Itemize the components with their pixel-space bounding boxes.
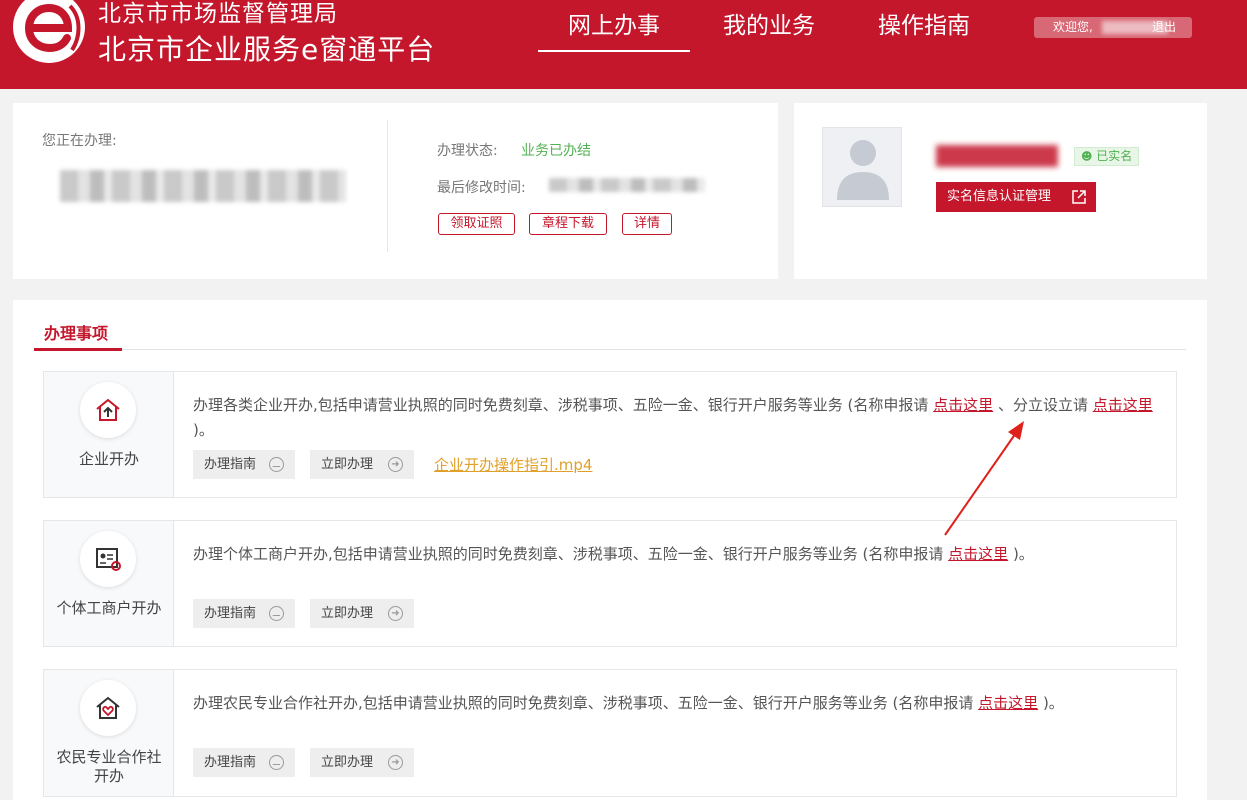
id-card-gear-icon [80,531,136,587]
item-description: 办理农民专业合作社开办,包括申请营业执照的同时免费刻章、涉税事项、五险一金、银行… [193,691,1165,716]
logout-link[interactable]: 退出 [1152,17,1176,38]
arrow-right-icon: ➜ [388,457,403,472]
org-name: 北京市市场监督管理局 [98,1,338,27]
no-sign-icon: ⚊ [269,755,284,770]
guide-label: 办理指南 [204,457,257,472]
modified-time-label: 最后修改时间: [437,180,526,196]
house-upload-icon [80,382,136,438]
guide-label: 办理指南 [204,606,257,621]
desc-text: 、分立设立请 [993,396,1093,414]
current-label: 您正在办理: [42,133,117,149]
platform-name: 北京市企业服务e窗通平台 [98,33,436,66]
split-establish-link[interactable]: 点击这里 [1093,396,1153,414]
divider [387,120,388,252]
download-charter-button[interactable]: 章程下载 [529,213,607,235]
nav-online-service[interactable]: 网上办事 [538,6,690,52]
guide-label: 办理指南 [204,755,257,770]
desc-text: 办理个体工商户开办,包括申请营业执照的同时免费刻章、涉税事项、五险一金、银行开户… [193,545,949,563]
guide-button[interactable]: 办理指南 ⚊ [193,450,295,479]
apply-label: 立即办理 [321,457,374,472]
apply-button[interactable]: 立即办理 ➜ [310,748,414,777]
desc-text: )。 [1008,545,1034,563]
avatar-person-icon [837,140,889,200]
item-name: 农民专业合作社开办 [56,748,162,785]
details-button[interactable]: 详情 [622,213,672,235]
status-label: 办理状态: [437,143,498,159]
guide-button[interactable]: 办理指南 ⚊ [193,748,295,777]
e-logo-icon [13,0,85,63]
user-box: 欢迎您, 退出 [1034,17,1192,38]
modified-time-blurred [549,178,705,192]
apply-button[interactable]: 立即办理 ➜ [310,450,414,479]
apply-button[interactable]: 立即办理 ➜ [310,599,414,628]
name-declare-link[interactable]: 点击这里 [948,545,1008,563]
apply-label: 立即办理 [321,755,374,770]
desc-text: 办理农民专业合作社开办,包括申请营业执照的同时免费刻章、涉税事项、五险一金、银行… [193,694,979,712]
item-name: 企业开办 [78,450,139,468]
item-left-panel: 个体工商户开办 [44,521,174,646]
user-check-icon: ☻ [1081,150,1093,163]
get-license-button[interactable]: 领取证照 [438,213,515,235]
item-name: 个体工商户开办 [56,599,162,617]
section-title: 办理事项 [44,324,109,343]
list-item: 农民专业合作社开办 办理农民专业合作社开办,包括申请营业执照的同时免费刻章、涉税… [43,669,1177,797]
arrow-right-icon: ➜ [388,606,403,621]
list-item: 企业开办 办理各类企业开办,包括申请营业执照的同时免费刻章、涉税事项、五险一金、… [43,371,1177,498]
verified-badge: ☻ 已实名 [1074,147,1140,166]
top-header: 北京市市场监督管理局 北京市企业服务e窗通平台 网上办事 我的业务 操作指南 欢… [0,0,1247,89]
video-guide-link[interactable]: 企业开办操作指引.mp4 [434,454,592,475]
desc-text: 办理各类企业开办,包括申请营业执照的同时免费刻章、涉税事项、五险一金、银行开户服… [193,396,934,414]
no-sign-icon: ⚊ [269,606,284,621]
greeting-blurred [936,145,1058,167]
apply-label: 立即办理 [321,606,374,621]
no-sign-icon: ⚊ [269,457,284,472]
section-divider [34,349,1186,350]
house-heart-icon [80,680,136,736]
status-value: 业务已办结 [521,143,591,159]
item-description: 办理各类企业开办,包括申请营业执照的同时免费刻章、涉税事项、五险一金、银行开户服… [193,393,1165,443]
auth-button-label: 实名信息认证管理 [947,189,1052,204]
avatar [822,127,902,207]
nav-my-business[interactable]: 我的业务 [723,6,815,40]
arrow-right-icon: ➜ [388,755,403,770]
list-item: 个体工商户开办 办理个体工商户开办,包括申请营业执照的同时免费刻章、涉税事项、五… [43,520,1177,647]
item-left-panel: 农民专业合作社开办 [44,670,174,796]
verified-text: 已实名 [1096,149,1133,163]
external-link-icon [1072,190,1086,204]
item-left-panel: 企业开办 [44,372,174,497]
welcome-text: 欢迎您, [1053,20,1093,34]
guide-button[interactable]: 办理指南 ⚊ [193,599,295,628]
section-active-indicator [34,348,122,351]
name-declare-link[interactable]: 点击这里 [978,694,1038,712]
desc-text: )。 [193,421,214,439]
business-name-blurred [60,170,346,202]
auth-management-button[interactable]: 实名信息认证管理 [936,182,1096,212]
item-description: 办理个体工商户开办,包括申请营业执照的同时免费刻章、涉税事项、五险一金、银行开户… [193,542,1165,567]
desc-text: )。 [1038,694,1064,712]
nav-guide[interactable]: 操作指南 [878,6,970,40]
name-declare-link[interactable]: 点击这里 [933,396,993,414]
